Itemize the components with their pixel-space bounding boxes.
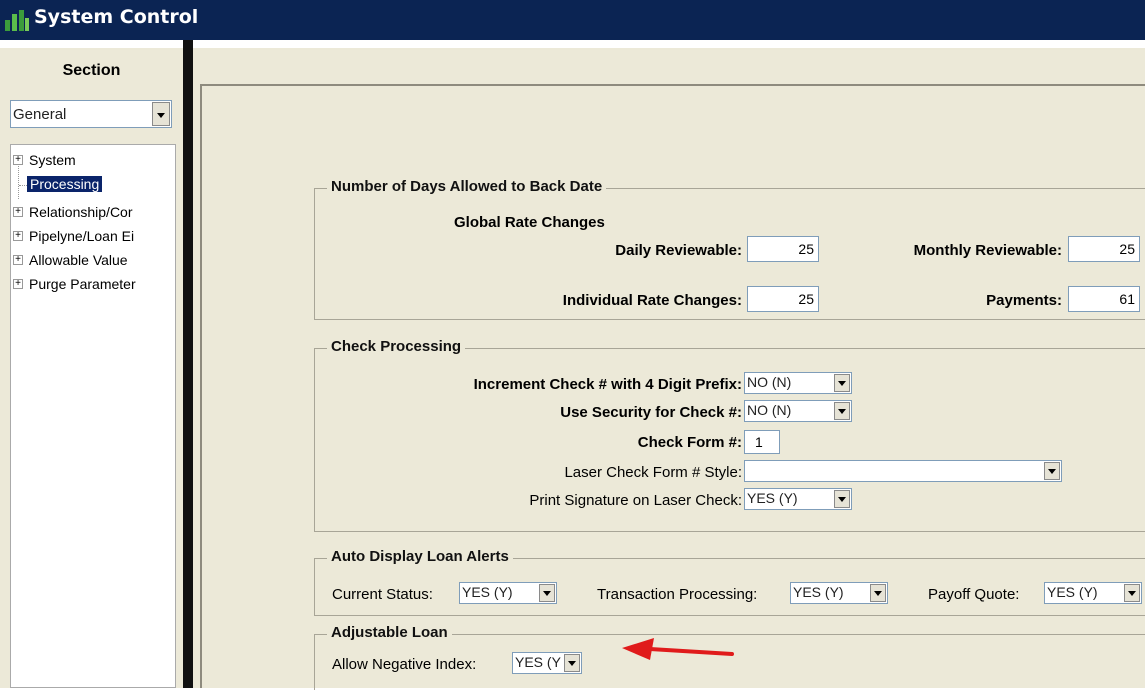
section-tree: + System Processing + Relationship/Cor +… [10, 144, 176, 688]
chevron-down-icon[interactable] [152, 102, 170, 126]
print-signature-value: YES (Y) [747, 490, 798, 506]
current-status-label: Current Status: [332, 586, 433, 603]
daily-reviewable-label: Daily Reviewable: [615, 242, 742, 259]
check-form-label: Check Form #: [637, 434, 742, 451]
print-signature-label: Print Signature on Laser Check: [529, 492, 742, 509]
tree-item-label: System [29, 152, 76, 168]
section-select[interactable]: General [10, 100, 172, 128]
expand-icon[interactable]: + [13, 231, 23, 241]
negative-index-value: YES (Y [515, 654, 561, 670]
negative-index-select[interactable]: YES (Y [512, 652, 582, 674]
payments-label: Payments: [986, 292, 1062, 309]
chevron-down-icon[interactable] [1044, 462, 1060, 480]
group-title: Adjustable Loan [327, 624, 452, 641]
group-title: Auto Display Loan Alerts [327, 548, 513, 565]
tree-item-label: Pipelyne/Loan Ei [29, 228, 135, 244]
window-title: System Control [34, 6, 199, 28]
laser-style-select[interactable] [744, 460, 1062, 482]
tree-connector [18, 159, 19, 199]
security-check-value: NO (N) [747, 402, 792, 418]
increment-check-select[interactable]: NO (N) [744, 372, 852, 394]
app-chart-icon [5, 10, 29, 31]
individual-rate-label: Individual Rate Changes: [562, 292, 742, 309]
payments-input[interactable]: 61 [1068, 286, 1140, 312]
group-title: Check Processing [327, 338, 466, 355]
section-panel: Section General + System Processing + Re… [0, 48, 183, 688]
title-separator [0, 40, 1145, 48]
daily-reviewable-input[interactable]: 25 [747, 236, 819, 262]
payoff-quote-label: Payoff Quote: [928, 586, 1020, 603]
chevron-down-icon[interactable] [1124, 584, 1140, 602]
chevron-down-icon[interactable] [834, 402, 850, 420]
security-check-select[interactable]: NO (N) [744, 400, 852, 422]
red-arrow-icon [622, 638, 734, 660]
transaction-processing-select[interactable]: YES (Y) [790, 582, 888, 604]
print-signature-select[interactable]: YES (Y) [744, 488, 852, 510]
global-rate-label: Global Rate Changes [454, 214, 605, 231]
tree-item-label: Allowable Value [29, 252, 128, 268]
expand-icon[interactable]: + [13, 255, 23, 265]
monthly-reviewable-label: Monthly Reviewable: [913, 242, 1062, 259]
transaction-processing-label: Transaction Processing: [597, 586, 758, 603]
laser-style-label: Laser Check Form # Style: [564, 464, 742, 481]
individual-rate-input[interactable]: 25 [747, 286, 819, 312]
negative-index-label: Allow Negative Index: [332, 656, 477, 673]
tree-item-label: Purge Parameter [29, 276, 136, 292]
tree-item-label: Relationship/Cor [29, 204, 133, 220]
group-title: Number of Days Allowed to Back Date [327, 178, 607, 195]
security-check-label: Use Security for Check #: [560, 404, 742, 421]
tree-connector [19, 185, 27, 186]
current-status-select[interactable]: YES (Y) [459, 582, 557, 604]
panel-splitter[interactable] [183, 40, 193, 688]
increment-check-value: NO (N) [747, 374, 792, 390]
transaction-processing-value: YES (Y) [793, 584, 844, 600]
chevron-down-icon[interactable] [539, 584, 555, 602]
chevron-down-icon[interactable] [834, 490, 850, 508]
monthly-reviewable-input[interactable]: 25 [1068, 236, 1140, 262]
expand-icon[interactable]: + [13, 155, 23, 165]
section-select-value: General [13, 106, 67, 123]
chevron-down-icon[interactable] [834, 374, 850, 392]
tree-item-label: Processing [27, 176, 103, 192]
check-form-input[interactable]: 1 [744, 430, 780, 454]
section-label: Section [62, 62, 121, 79]
title-bar: System Control [0, 0, 1145, 40]
increment-check-label: Increment Check # with 4 Digit Prefix: [473, 376, 742, 393]
processing-settings-panel: Number of Days Allowed to Back Date Glob… [200, 84, 1145, 690]
current-status-value: YES (Y) [462, 584, 513, 600]
chevron-down-icon[interactable] [564, 654, 580, 672]
chevron-down-icon[interactable] [870, 584, 886, 602]
expand-icon[interactable]: + [13, 207, 23, 217]
expand-icon[interactable]: + [13, 279, 23, 289]
payoff-quote-select[interactable]: YES (Y) [1044, 582, 1142, 604]
payoff-quote-value: YES (Y) [1047, 584, 1098, 600]
